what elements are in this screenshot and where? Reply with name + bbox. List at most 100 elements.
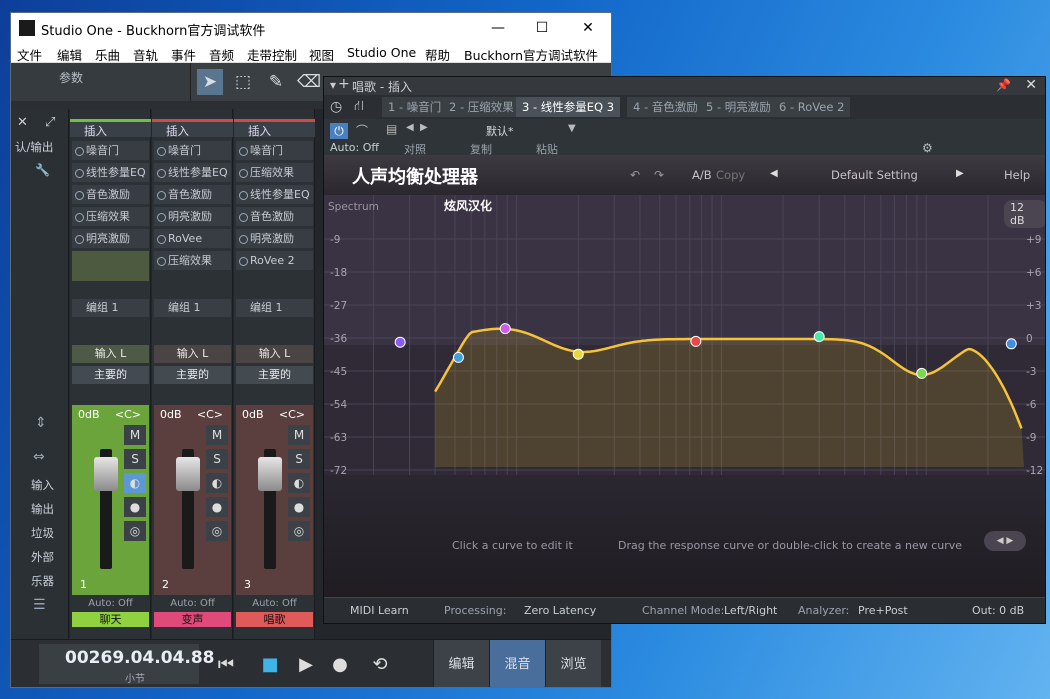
close-icon[interactable]: ✕ [1025,77,1037,93]
pencil-tool-icon[interactable]: ✎ [263,69,289,95]
automation-label[interactable]: Auto: Off [154,598,231,612]
eraser-tool-icon[interactable]: ⌫ [296,69,322,95]
channel-name[interactable]: 唱歌 [236,612,313,627]
widen-icon[interactable]: ⇔ [33,449,45,465]
fader-knob[interactable] [176,457,200,491]
params-panel[interactable]: 参数 [11,63,191,101]
eq-chart[interactable]: -9+9-18+6-27+3-360-45-3-54-6-63-9-72-122… [324,195,1046,486]
channel-name[interactable]: 聊天 [72,612,149,627]
auto-off-label[interactable]: Auto: Off [330,141,379,154]
midi-learn-button[interactable]: MIDI Learn [350,604,409,617]
automation-label[interactable]: Auto: Off [236,598,313,612]
insert-slot[interactable]: 明亮激励 [236,229,313,248]
solo-button[interactable]: S [206,449,228,469]
insert-slot[interactable]: 明亮激励 [72,229,149,248]
insert-slot[interactable]: 噪音门 [154,141,231,160]
menu-song[interactable]: 乐曲 [95,45,120,64]
monitor-icon[interactable]: ◐ [206,473,228,493]
wrench-icon[interactable]: 🔧 [35,163,50,177]
solo-button[interactable]: S [288,449,310,469]
input-monitor-icon[interactable]: ◎ [288,521,310,541]
monitor-icon[interactable]: ◐ [124,473,146,493]
power-icon[interactable]: ⏻ [330,123,348,139]
output-label[interactable]: 主要的 [72,366,149,384]
menu-view[interactable]: 视图 [309,45,334,64]
automation-label[interactable]: Auto: Off [72,598,149,612]
insert-slot[interactable]: 压缩效果 [236,163,313,182]
next-preset-icon[interactable]: ▶ [420,122,428,133]
insert-slot[interactable]: 线性参量EQ [154,163,231,182]
loop-icon[interactable]: ⟲ [367,652,393,678]
record-icon[interactable]: ● [124,497,146,517]
routing-icon[interactable]: ⛙ [354,98,364,116]
left-item-external[interactable]: 外部 [31,549,54,565]
automation-icon[interactable]: ⌒ [356,122,368,139]
range-button[interactable]: 12 dB [1004,200,1045,228]
insert-slot[interactable]: 噪音门 [236,141,313,160]
input-label[interactable]: 输入 L [154,345,231,363]
mute-button[interactable]: M [124,425,146,445]
mute-button[interactable]: M [288,425,310,445]
insert-slot[interactable]: 压缩效果 [154,251,231,270]
menu-file[interactable]: 文件 [17,45,42,64]
arrow-tool-icon[interactable]: ➤ [197,69,223,95]
channel-mode-value[interactable]: Left/Right [724,604,777,617]
output-label[interactable]: 主要的 [154,366,231,384]
input-label[interactable]: 输入 L [236,345,313,363]
group-label[interactable]: 编组 1 [154,299,231,317]
group-label[interactable]: 编组 1 [236,299,313,317]
record-icon[interactable]: ● [288,497,310,517]
eq-display[interactable]: -9+9-18+6-27+3-360-45-3-54-6-63-9-72-122… [324,195,1046,486]
close-icon[interactable]: ✕ [17,115,28,130]
input-label[interactable]: 输入 L [72,345,149,363]
collapse-icon[interactable]: ⇕ [35,415,47,431]
tab-plugin-3[interactable]: 3 - 线性参量EQ 3 [516,97,621,117]
menu-transport[interactable]: 走带控制 [247,45,297,64]
menu-buckhorn[interactable]: Buckhorn官方调试软件 [464,45,598,64]
insert-slot[interactable]: 明亮激励 [154,207,231,226]
rewind-icon[interactable]: ⏮ [213,652,239,678]
pan-readout[interactable]: <C> [115,408,141,421]
clock-icon[interactable]: ◷ [330,99,342,115]
group-label[interactable]: 编组 1 [72,299,149,317]
record-icon[interactable]: ● [206,497,228,517]
nav-browse-button[interactable]: 浏览 [545,640,601,687]
solo-button[interactable]: S [124,449,146,469]
insert-header[interactable]: 插入 [70,119,151,138]
nav-edit-button[interactable]: 编辑 [433,640,489,687]
insert-slot[interactable]: 音色激励 [154,185,231,204]
maximize-icon[interactable]: ☐ [527,17,557,39]
pan-readout[interactable]: <C> [279,408,305,421]
redo-icon[interactable]: ↷ [654,168,664,182]
insert-header[interactable]: 插入 [234,119,315,138]
menu-event[interactable]: 事件 [171,45,196,64]
prev-preset-icon[interactable]: ◀ [406,122,414,133]
pan-readout[interactable]: <C> [197,408,223,421]
input-monitor-icon[interactable]: ◎ [206,521,228,541]
help-button[interactable]: Help [1004,168,1030,182]
pin-icon[interactable]: 📌 [996,78,1011,92]
output-label[interactable]: 主要的 [236,366,313,384]
insert-slot[interactable]: 压缩效果 [72,207,149,226]
analyzer-value[interactable]: Pre+Post [858,604,908,617]
menu-track[interactable]: 音轨 [133,45,158,64]
time-display[interactable]: 00269.04.04.88 小节 [39,644,215,685]
left-item-output[interactable]: 输出 [31,501,54,517]
left-item-input[interactable]: 输入 [31,477,54,493]
add-icon[interactable]: + [338,77,350,92]
preset-name[interactable]: 默认* [486,123,514,139]
close-icon[interactable]: ✕ [573,17,603,39]
preset-icon[interactable]: ▤ [386,122,397,136]
menu-edit[interactable]: 编辑 [57,45,82,64]
nav-mix-button[interactable]: 混音 [489,640,545,687]
channel-name[interactable]: 变声 [154,612,231,627]
left-item-instruments[interactable]: 乐器 [31,573,54,589]
range-tool-icon[interactable]: ⬚ [230,69,256,95]
menu-studio-one[interactable]: Studio One [347,45,416,60]
insert-slot[interactable]: 线性参量EQ 3 [236,185,313,204]
ab-copy-button[interactable]: Copy [716,168,745,182]
input-monitor-icon[interactable]: ◎ [124,521,146,541]
stop-icon[interactable]: ■ [257,652,283,678]
tab-plugin-4[interactable]: 4 - 音色激励 [627,97,704,117]
fader-knob[interactable] [258,457,282,491]
